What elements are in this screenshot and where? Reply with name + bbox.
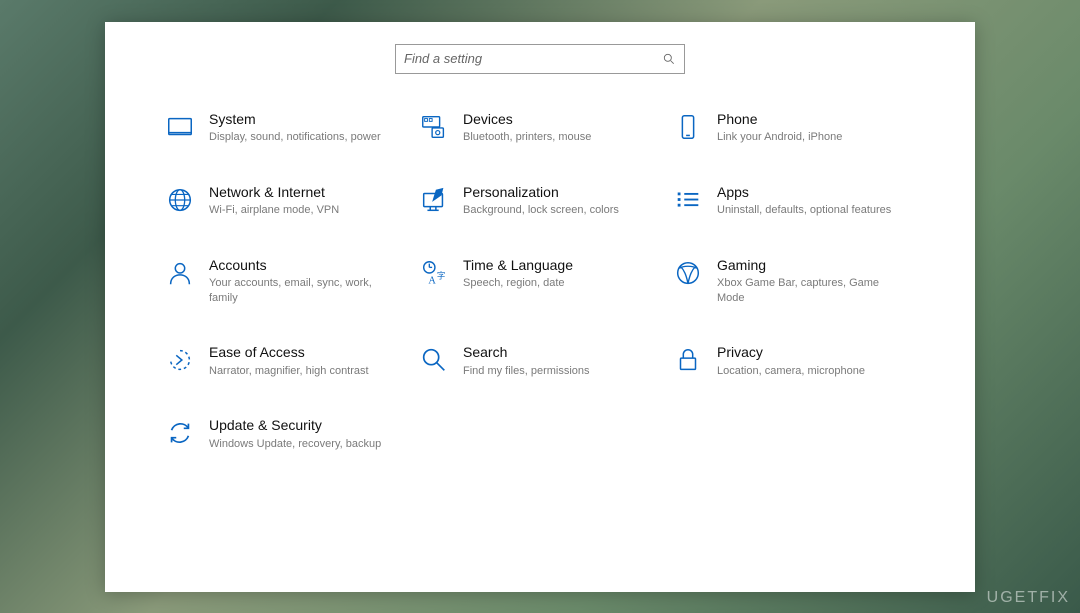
search-tile-icon [419,345,449,375]
tile-accounts[interactable]: Accounts Your accounts, email, sync, wor… [165,254,407,308]
tile-title: Phone [717,110,905,128]
tile-title: Network & Internet [209,183,397,201]
tile-sub: Location, camera, microphone [717,364,905,379]
svg-text:A: A [428,275,436,286]
ease-icon [165,345,195,375]
gaming-icon [673,258,703,288]
phone-icon [673,112,703,142]
tile-update[interactable]: Update & Security Windows Update, recove… [165,414,407,453]
tile-sub: Find my files, permissions [463,364,651,379]
search-row [165,44,915,74]
tile-title: Search [463,343,651,361]
search-input[interactable] [404,51,662,66]
tile-title: Apps [717,183,905,201]
update-icon [165,418,195,448]
tile-sub: Wi-Fi, airplane mode, VPN [209,203,397,218]
tile-title: Privacy [717,343,905,361]
tile-sub: Speech, region, date [463,276,651,291]
search-box[interactable] [395,44,685,74]
settings-grid: System Display, sound, notifications, po… [165,108,915,454]
tile-title: Devices [463,110,651,128]
tile-title: Ease of Access [209,343,397,361]
tile-phone[interactable]: Phone Link your Android, iPhone [673,108,915,147]
tile-sub: Xbox Game Bar, captures, Game Mode [717,276,905,306]
watermark: UGETFIX [987,589,1070,607]
accounts-icon [165,258,195,288]
tile-sub: Uninstall, defaults, optional features [717,203,905,218]
tile-ease[interactable]: Ease of Access Narrator, magnifier, high… [165,341,407,380]
tile-network[interactable]: Network & Internet Wi-Fi, airplane mode,… [165,181,407,220]
apps-icon [673,185,703,215]
tile-devices[interactable]: Devices Bluetooth, printers, mouse [419,108,661,147]
tile-gaming[interactable]: Gaming Xbox Game Bar, captures, Game Mod… [673,254,915,308]
tile-system[interactable]: System Display, sound, notifications, po… [165,108,407,147]
tile-sub: Display, sound, notifications, power [209,130,397,145]
tile-apps[interactable]: Apps Uninstall, defaults, optional featu… [673,181,915,220]
tile-title: System [209,110,397,128]
privacy-icon [673,345,703,375]
tile-sub: Windows Update, recovery, backup [209,437,397,452]
search-icon [662,52,676,66]
tile-sub: Bluetooth, printers, mouse [463,130,651,145]
tile-privacy[interactable]: Privacy Location, camera, microphone [673,341,915,380]
tile-search[interactable]: Search Find my files, permissions [419,341,661,380]
tile-sub: Background, lock screen, colors [463,203,651,218]
svg-text:字: 字 [437,270,445,280]
tile-personalization[interactable]: Personalization Background, lock screen,… [419,181,661,220]
tile-title: Update & Security [209,416,397,434]
tile-sub: Your accounts, email, sync, work, family [209,276,397,306]
tile-title: Gaming [717,256,905,274]
tile-title: Personalization [463,183,651,201]
devices-icon [419,112,449,142]
tile-title: Accounts [209,256,397,274]
settings-panel: System Display, sound, notifications, po… [105,22,975,592]
network-icon [165,185,195,215]
tile-sub: Narrator, magnifier, high contrast [209,364,397,379]
tile-time[interactable]: A字 Time & Language Speech, region, date [419,254,661,308]
system-icon [165,112,195,142]
personalization-icon [419,185,449,215]
tile-sub: Link your Android, iPhone [717,130,905,145]
tile-title: Time & Language [463,256,651,274]
time-icon: A字 [419,258,449,288]
